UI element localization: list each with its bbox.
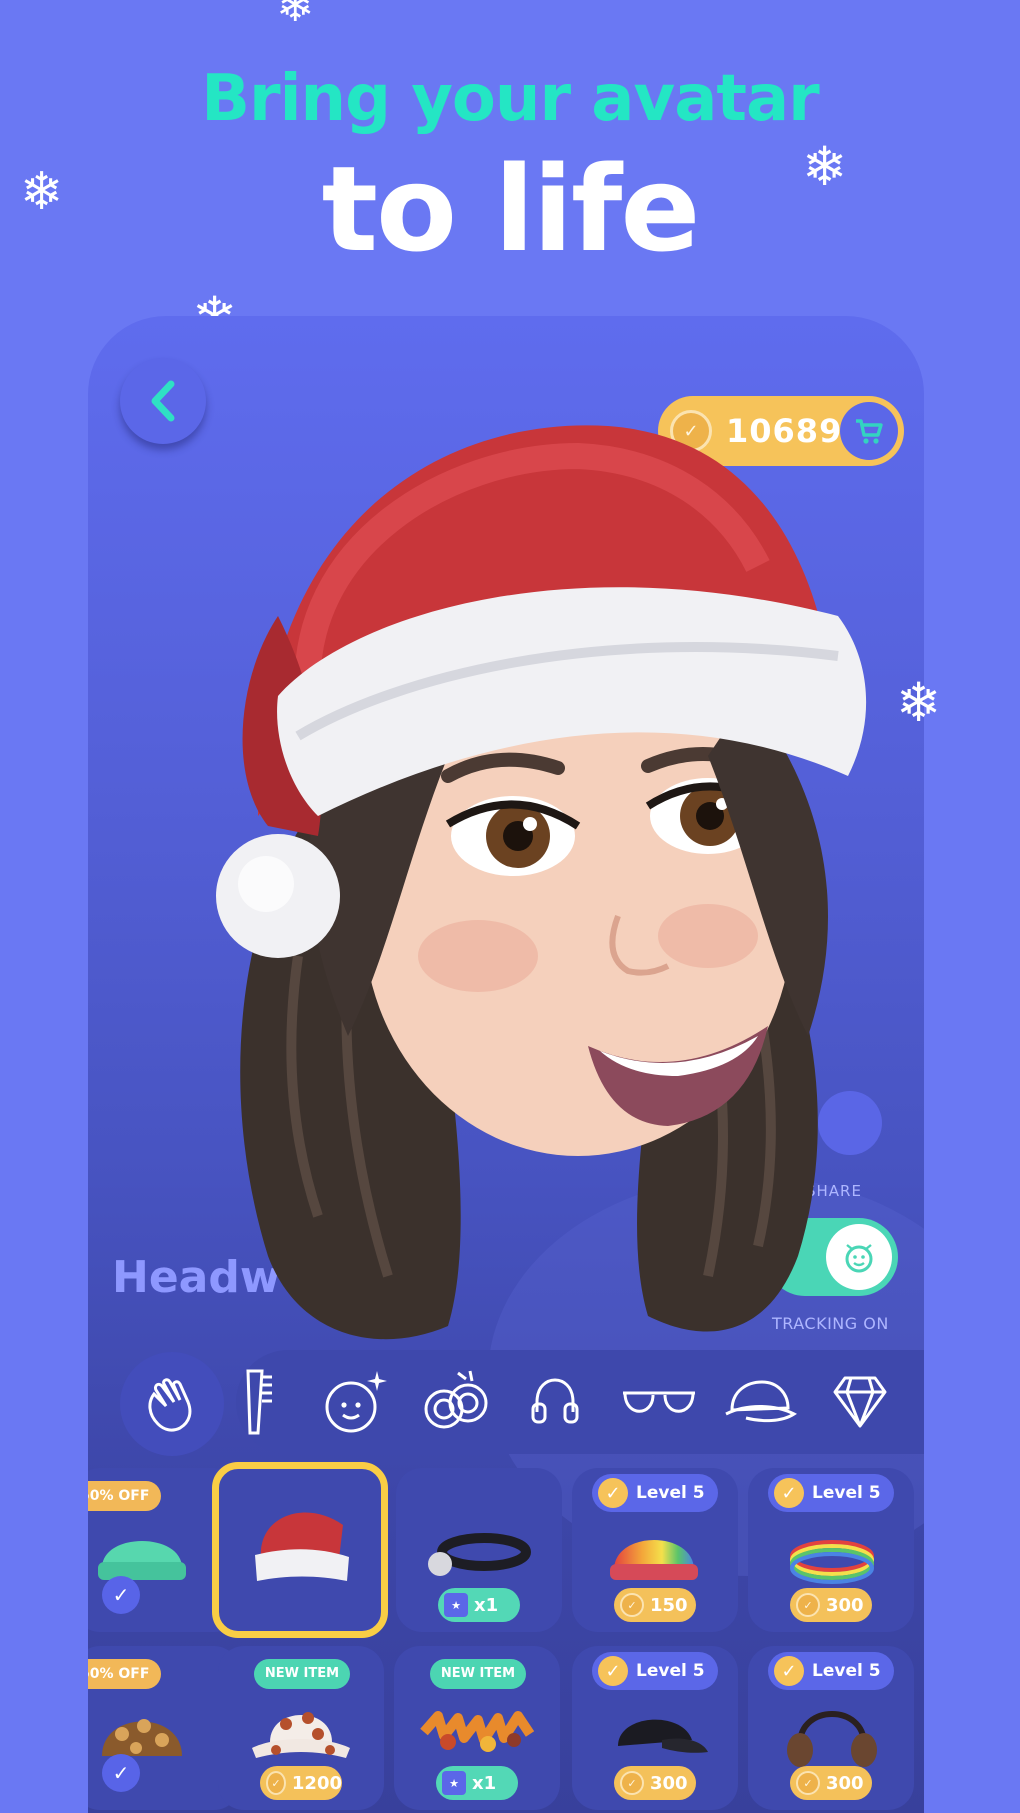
coin-price: ✓ 1200 [260,1766,342,1800]
leaf-crown-thumbnail [420,1711,535,1752]
headband-thumbnail [428,1533,531,1576]
coin-icon: ✓ [620,1593,644,1617]
coin-price: ✓ 150 [614,1588,696,1622]
item-card[interactable]: ✓ Level 5 ✓ 300 [572,1646,738,1810]
new-item-badge: NEW ITEM [254,1659,350,1689]
tab-earrings[interactable] [414,1366,498,1438]
face-sparkle-icon [325,1371,387,1433]
snowflake-icon: ❄ [276,0,315,32]
ticket-icon: ★ [442,1771,466,1795]
level-badge: ✓ Level 5 [592,1652,718,1690]
owned-check-icon: ✓ [102,1576,140,1614]
level-badge: ✓ Level 5 [768,1474,894,1512]
ticket-icon: ★ [444,1593,468,1617]
santa-hat-thumbnail [255,1512,349,1581]
tab-hair[interactable] [228,1366,284,1438]
rainbow-beanie-thumbnail [610,1540,698,1580]
ticket-price: ★ x1 [436,1766,518,1800]
tab-cap[interactable] [720,1366,800,1438]
check-icon: ✓ [598,1478,628,1508]
phone-screen: ✓ 10689 SHARE TRACKING ON Headwear 0% OF… [88,316,924,1813]
headline-line1: Bring your avatar [201,62,819,136]
tab-wave[interactable] [120,1352,224,1456]
coin-icon: ✓ [796,1771,820,1795]
headphones-icon [531,1378,579,1424]
rainbow-band-thumbnail [790,1540,874,1584]
check-icon: ✓ [774,1656,804,1686]
hair-comb-icon [246,1369,272,1435]
snowflake-icon: ❄ [896,671,942,734]
tab-headphones[interactable] [522,1366,588,1438]
black-cap-thumbnail [618,1719,708,1753]
tab-face[interactable] [314,1366,396,1438]
earrings-icon [424,1370,488,1429]
tab-diamond[interactable] [826,1366,894,1438]
item-card[interactable]: ✓ Level 5 ✓ 300 [748,1646,914,1810]
avatar-image [216,425,867,1340]
level-badge: ✓ Level 5 [592,1474,718,1512]
item-card[interactable]: ★ x1 [396,1468,562,1632]
bucket-hat-thumbnail [252,1712,350,1758]
glasses-icon [623,1391,695,1413]
diamond-icon [833,1376,887,1428]
coin-icon: ✓ [796,1593,820,1617]
new-item-badge: NEW ITEM [430,1659,526,1689]
ticket-price: ★ x1 [438,1588,520,1622]
check-icon: ✓ [598,1656,628,1686]
coin-price: ✓ 300 [790,1588,872,1622]
tab-glasses[interactable] [616,1366,702,1438]
owned-check-icon: ✓ [102,1754,140,1792]
coin-icon: ✓ [620,1771,644,1795]
discount-badge: 50% OFF [88,1481,162,1511]
item-card[interactable]: NEW ITEM ✓ 1200 [218,1646,384,1810]
cap-icon [725,1380,797,1423]
item-card[interactable]: ✓ Level 5 ✓ 300 [748,1468,914,1632]
coin-icon: ✓ [266,1771,286,1795]
headline-line2: to life [321,140,701,278]
check-icon: ✓ [774,1478,804,1508]
discount-badge: 50% OFF [88,1659,162,1689]
coin-price: ✓ 300 [614,1766,696,1800]
item-card-selected[interactable] [212,1462,388,1638]
earmuffs-thumbnail [787,1711,877,1767]
item-card[interactable]: NEW ITEM ★ x1 [394,1646,560,1810]
beanie-thumbnail [98,1541,186,1580]
coin-price: ✓ 300 [790,1766,872,1800]
level-badge: ✓ Level 5 [768,1652,894,1690]
wave-hand-icon [148,1378,192,1432]
item-card[interactable]: ✓ Level 5 ✓ 150 [572,1468,738,1632]
